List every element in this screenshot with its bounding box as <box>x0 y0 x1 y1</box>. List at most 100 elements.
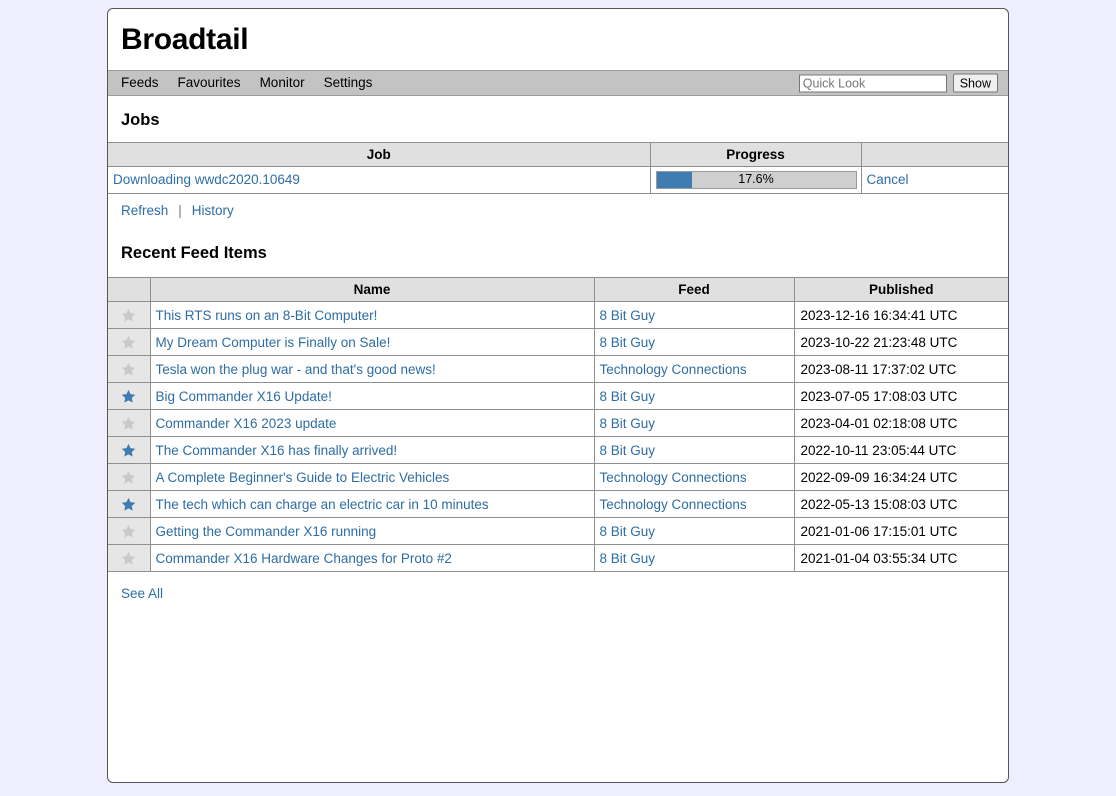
progress-bar: 17.6% <box>655 170 857 189</box>
published-date: 2023-12-16 16:34:41 UTC <box>793 301 1008 329</box>
table-row: Big Commander X16 Update! 8 Bit Guy 2023-0… <box>108 382 1008 410</box>
feed-source-link[interactable]: 8 Bit Guy <box>600 389 656 404</box>
recent-feed-items-heading: Recent Feed Items <box>121 243 267 262</box>
page-title: Broadtail <box>121 22 249 56</box>
published-date: 2021-01-04 03:55:34 UTC <box>793 544 1008 572</box>
feed-source-link[interactable]: 8 Bit Guy <box>600 524 656 539</box>
feed-item-link[interactable]: Commander X16 Hardware Changes for Proto… <box>156 551 452 566</box>
app-window: Broadtail Feeds Favourites Monitor Setti… <box>107 8 1009 783</box>
published-date: 2023-08-11 17:37:02 UTC <box>793 355 1008 383</box>
feed-source-link[interactable]: 8 Bit Guy <box>600 308 656 323</box>
feed-source-cell: 8 Bit Guy <box>593 301 795 329</box>
feed-item-name-cell: This RTS runs on an 8-Bit Computer! <box>149 301 595 329</box>
feed-column-feed: Feed <box>593 277 795 302</box>
history-link[interactable]: History <box>192 203 234 218</box>
job-link[interactable]: Downloading wwdc2020.10649 <box>113 172 300 187</box>
feed-source-cell: Technology Connections <box>593 463 795 491</box>
feed-item-link[interactable]: Tesla won the plug war - and that's good… <box>156 362 436 377</box>
refresh-link[interactable]: Refresh <box>121 203 168 218</box>
table-row: This RTS runs on an 8-Bit Computer! 8 Bit… <box>108 301 1008 329</box>
quick-look-form: Show <box>798 73 998 93</box>
feed-item-name-cell: My Dream Computer is Finally on Sale! <box>149 328 595 356</box>
nav-item-feeds[interactable]: Feeds <box>121 76 159 90</box>
feed-source-cell: 8 Bit Guy <box>593 328 795 356</box>
jobs-table-header-row: Job Progress <box>108 141 1008 167</box>
feed-item-name-cell: The Commander X16 has finally arrived! <box>149 436 595 464</box>
see-all-row: See All <box>108 572 1008 601</box>
published-date: 2023-10-22 21:23:48 UTC <box>793 328 1008 356</box>
feed-item-name-cell: The tech which can charge an electric ca… <box>149 490 595 518</box>
feed-source-link[interactable]: 8 Bit Guy <box>600 443 656 458</box>
quick-look-input[interactable] <box>798 74 947 92</box>
published-date: 2022-09-09 16:34:24 UTC <box>793 463 1008 491</box>
feed-item-link[interactable]: My Dream Computer is Finally on Sale! <box>156 335 391 350</box>
feed-item-name-cell: Commander X16 2023 update <box>149 409 595 437</box>
feed-source-cell: 8 Bit Guy <box>593 382 795 410</box>
jobs-column-job: Job <box>108 141 651 167</box>
feed-item-link[interactable]: This RTS runs on an 8-Bit Computer! <box>156 308 378 323</box>
star-filled-icon[interactable] <box>108 382 151 410</box>
star-filled-icon[interactable] <box>108 436 151 464</box>
feed-item-name-cell: A Complete Beginner's Guide to Electric … <box>149 463 595 491</box>
feed-source-link[interactable]: 8 Bit Guy <box>600 416 656 431</box>
feed-item-name-cell: Big Commander X16 Update! <box>149 382 595 410</box>
feed-source-cell: 8 Bit Guy <box>593 436 795 464</box>
job-name-cell: Downloading wwdc2020.10649 <box>108 166 651 194</box>
feed-source-cell: Technology Connections <box>593 490 795 518</box>
nav-item-list: Feeds Favourites Monitor Settings <box>121 76 372 90</box>
star-outline-icon[interactable] <box>108 355 151 383</box>
jobs-column-progress: Progress <box>649 141 862 167</box>
nav-item-favourites[interactable]: Favourites <box>178 76 241 90</box>
show-button[interactable]: Show <box>952 73 998 93</box>
action-separator: | <box>178 202 182 218</box>
feed-item-link[interactable]: Commander X16 2023 update <box>156 416 337 431</box>
feed-source-cell: 8 Bit Guy <box>593 409 795 437</box>
job-progress-cell: 17.6% <box>649 166 862 194</box>
jobs-table: Job Progress Downloading wwdc2020.10649 … <box>108 141 1008 194</box>
star-outline-icon[interactable] <box>108 301 151 329</box>
star-filled-icon[interactable] <box>108 490 151 518</box>
feed-column-favourite <box>108 277 151 302</box>
feed-source-link[interactable]: Technology Connections <box>600 497 747 512</box>
nav-item-settings[interactable]: Settings <box>324 76 373 90</box>
feed-item-link[interactable]: The tech which can charge an electric ca… <box>156 497 489 512</box>
published-date: 2023-07-05 17:08:03 UTC <box>793 382 1008 410</box>
table-row: Downloading wwdc2020.10649 17.6% Cancel <box>108 166 1008 194</box>
cancel-job-link[interactable]: Cancel <box>867 172 909 187</box>
published-date: 2023-04-01 02:18:08 UTC <box>793 409 1008 437</box>
feed-item-link[interactable]: A Complete Beginner's Guide to Electric … <box>156 470 450 485</box>
table-row: The Commander X16 has finally arrived! 8 … <box>108 436 1008 464</box>
job-action-cell: Cancel <box>860 166 1008 194</box>
see-all-link[interactable]: See All <box>121 586 163 601</box>
published-date: 2022-05-13 15:08:03 UTC <box>793 490 1008 518</box>
published-date: 2021-01-06 17:15:01 UTC <box>793 517 1008 545</box>
table-row: Getting the Commander X16 running 8 Bit G… <box>108 517 1008 545</box>
feed-source-cell: 8 Bit Guy <box>593 517 795 545</box>
star-outline-icon[interactable] <box>108 409 151 437</box>
star-outline-icon[interactable] <box>108 517 151 545</box>
table-row: Commander X16 2023 update 8 Bit Guy 2023-0… <box>108 409 1008 437</box>
feed-source-link[interactable]: 8 Bit Guy <box>600 335 656 350</box>
table-row: A Complete Beginner's Guide to Electric … <box>108 463 1008 491</box>
star-outline-icon[interactable] <box>108 544 151 572</box>
jobs-column-action <box>860 141 1008 167</box>
star-outline-icon[interactable] <box>108 463 151 491</box>
nav-item-monitor[interactable]: Monitor <box>260 76 305 90</box>
table-row: Commander X16 Hardware Changes for Proto… <box>108 544 1008 572</box>
feed-source-link[interactable]: Technology Connections <box>600 470 747 485</box>
feed-source-link[interactable]: 8 Bit Guy <box>600 551 656 566</box>
feed-item-name-cell: Commander X16 Hardware Changes for Proto… <box>149 544 595 572</box>
table-row: The tech which can charge an electric ca… <box>108 490 1008 518</box>
main-navigation: Feeds Favourites Monitor Settings Show <box>108 70 1008 96</box>
feed-item-link[interactable]: The Commander X16 has finally arrived! <box>156 443 398 458</box>
feed-item-link[interactable]: Getting the Commander X16 running <box>156 524 377 539</box>
jobs-heading: Jobs <box>121 111 160 129</box>
feed-item-link[interactable]: Big Commander X16 Update! <box>156 389 332 404</box>
app-header: Broadtail <box>108 9 1008 70</box>
jobs-action-row: Refresh | History <box>108 194 1008 218</box>
table-row: Tesla won the plug war - and that's good… <box>108 355 1008 383</box>
star-outline-icon[interactable] <box>108 328 151 356</box>
feed-item-name-cell: Getting the Commander X16 running <box>149 517 595 545</box>
feed-source-link[interactable]: Technology Connections <box>600 362 747 377</box>
feed-table-header-row: Name Feed Published <box>108 277 1008 302</box>
